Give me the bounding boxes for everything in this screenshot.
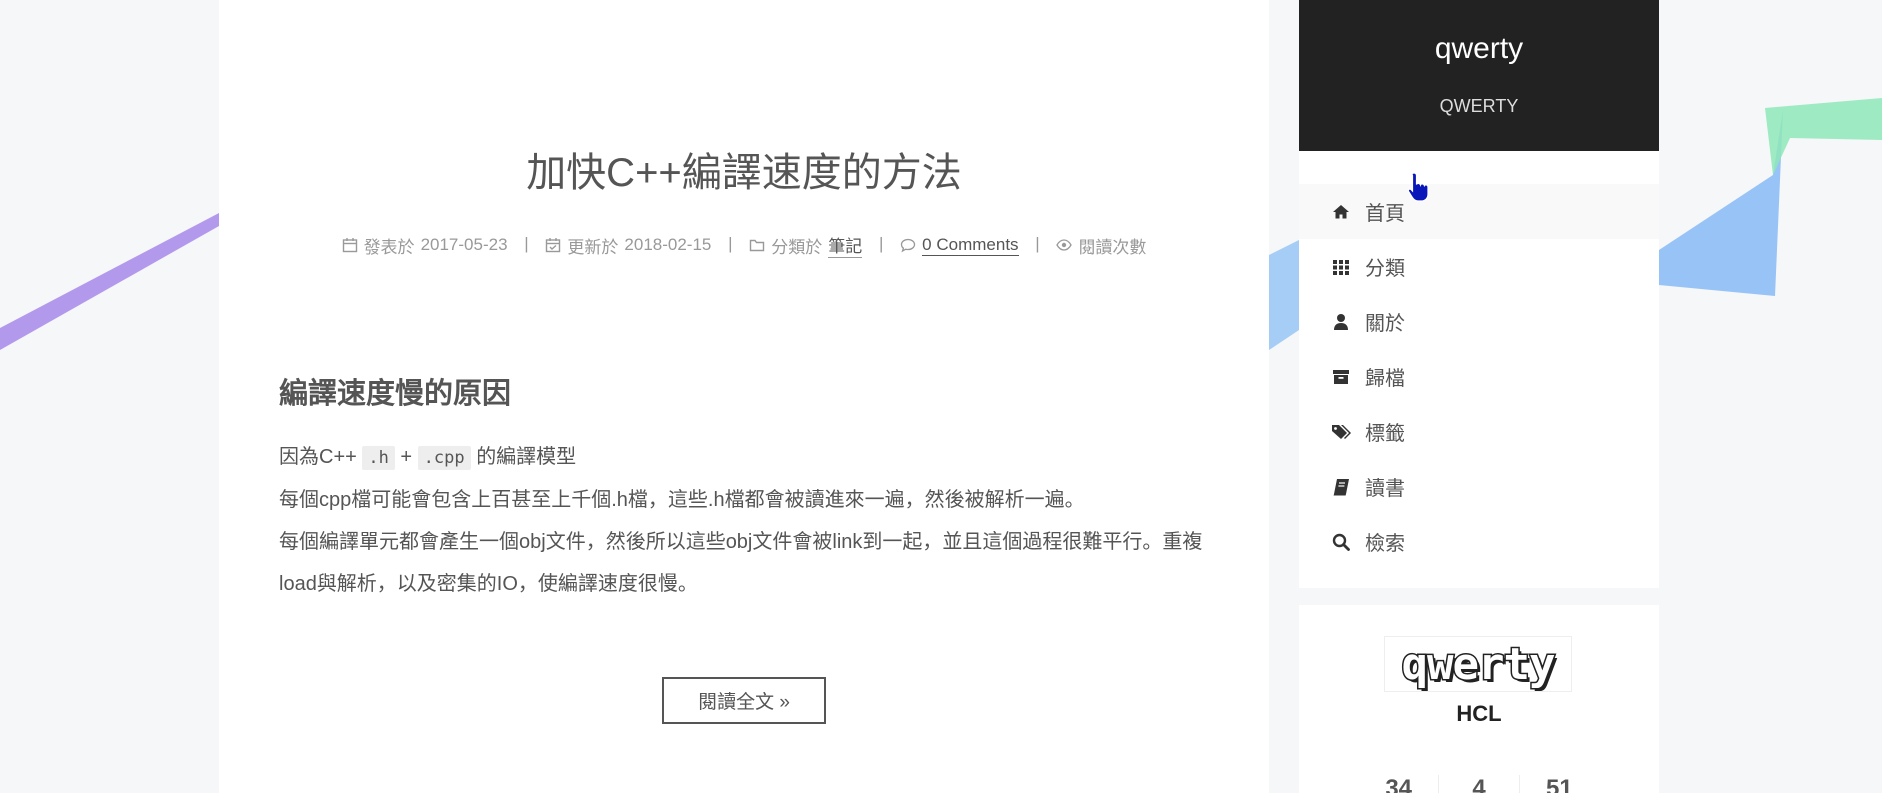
site-brand: qwerty QWERTY <box>1299 0 1659 151</box>
hand-cursor-icon <box>1408 172 1429 202</box>
eye-icon <box>1056 239 1073 251</box>
meta-separator: | <box>1035 234 1040 254</box>
p1-plus: + <box>400 446 413 468</box>
site-title[interactable]: qwerty <box>1299 32 1659 66</box>
post-main: 加快C++編譯速度的方法 發表於 2017-05-23 | 更新於 2018-0… <box>219 0 1269 793</box>
category-label: 分類於 <box>771 237 823 257</box>
author-avatar: qwerty <box>1384 636 1572 692</box>
th-icon <box>1333 259 1349 275</box>
code-h: .h <box>362 446 395 470</box>
site-nav: 首頁 分類 關於 歸檔 標籤 讀書 檢索 <box>1299 151 1659 588</box>
menu-label: 檢索 <box>1365 533 1405 555</box>
post-meta: 發表於 2017-05-23 | 更新於 2018-02-15 | 分類於 筆記… <box>219 232 1269 258</box>
author-profile: qwerty HCL 34 4 51 <box>1299 605 1659 793</box>
menu-label: 歸檔 <box>1365 368 1405 390</box>
site-subtitle: QWERTY <box>1439 96 1519 116</box>
post-excerpt: 因為C++ .h + .cpp 的編譯模型 每個cpp檔可能會包含上百甚至上千個… <box>279 436 1229 605</box>
posted-label: 發表於 <box>363 237 415 257</box>
stat-tags[interactable]: 51 <box>1518 775 1599 793</box>
section-heading: 編譯速度慢的原因 <box>279 378 512 410</box>
menu-item-books[interactable]: 讀書 <box>1299 459 1659 514</box>
meta-separator: | <box>728 234 733 254</box>
meta-separator: | <box>524 234 529 254</box>
updated-label: 更新於 <box>567 237 619 257</box>
posted-meta: 發表於 2017-05-23 <box>342 233 508 258</box>
paragraph-1: 因為C++ .h + .cpp 的編譯模型 <box>279 436 1229 479</box>
updated-date: 2018-02-15 <box>624 235 712 254</box>
menu-item-about[interactable]: 關於 <box>1299 294 1659 349</box>
category-link[interactable]: 筆記 <box>828 232 863 258</box>
menu-item-categories[interactable]: 分類 <box>1299 239 1659 294</box>
search-icon <box>1332 533 1350 551</box>
archive-icon <box>1333 369 1349 384</box>
menu-label: 首頁 <box>1365 203 1405 225</box>
home-icon <box>1333 204 1349 218</box>
menu-label: 分類 <box>1365 258 1405 280</box>
site-stats: 34 4 51 <box>1359 775 1599 793</box>
user-icon <box>1334 313 1348 330</box>
menu-item-home[interactable]: 首頁 <box>1299 184 1659 239</box>
code-cpp: .cpp <box>417 446 471 470</box>
calendar-check-icon <box>546 238 561 253</box>
p1-prefix: 因為C++ <box>279 446 357 468</box>
comment-icon <box>901 238 916 253</box>
p1-suffix: 的編譯模型 <box>476 446 577 468</box>
menu-label: 標籤 <box>1365 423 1405 445</box>
comments-meta: 0 Comments <box>900 235 1019 256</box>
post-title[interactable]: 加快C++編譯速度的方法 <box>219 140 1269 198</box>
views-meta: 閱讀次數 <box>1056 233 1146 258</box>
views-label: 閱讀次數 <box>1078 237 1147 257</box>
menu-label: 讀書 <box>1365 478 1405 500</box>
menu-item-tags[interactable]: 標籤 <box>1299 404 1659 459</box>
updated-meta: 更新於 2018-02-15 <box>545 233 711 258</box>
comments-link[interactable]: 0 Comments <box>922 235 1019 256</box>
meta-separator: | <box>879 234 884 254</box>
menu-item-archives[interactable]: 歸檔 <box>1299 349 1659 404</box>
author-name: HCL <box>1456 701 1502 726</box>
read-more-button[interactable]: 閱讀全文 » <box>662 677 826 724</box>
stat-posts[interactable]: 34 <box>1359 775 1438 793</box>
posted-date: 2017-05-23 <box>420 235 508 254</box>
paragraph-3: 每個編譯單元都會產生一個obj文件，然後所以這些obj文件會被link到一起，並… <box>279 531 1203 595</box>
stat-categories[interactable]: 4 <box>1438 775 1518 793</box>
paragraph-2: 每個cpp檔可能會包含上百甚至上千個.h檔，這些.h檔都會被讀進來一遍，然後被解… <box>279 489 1085 511</box>
category-meta: 分類於 筆記 <box>749 232 863 258</box>
menu-label: 關於 <box>1365 313 1405 335</box>
calendar-icon <box>342 238 357 253</box>
menu-item-search[interactable]: 檢索 <box>1299 514 1659 569</box>
tags-icon <box>1332 424 1351 439</box>
avatar-logo-text: qwerty <box>1400 637 1557 691</box>
folder-icon <box>750 239 765 252</box>
book-icon <box>1333 478 1349 495</box>
